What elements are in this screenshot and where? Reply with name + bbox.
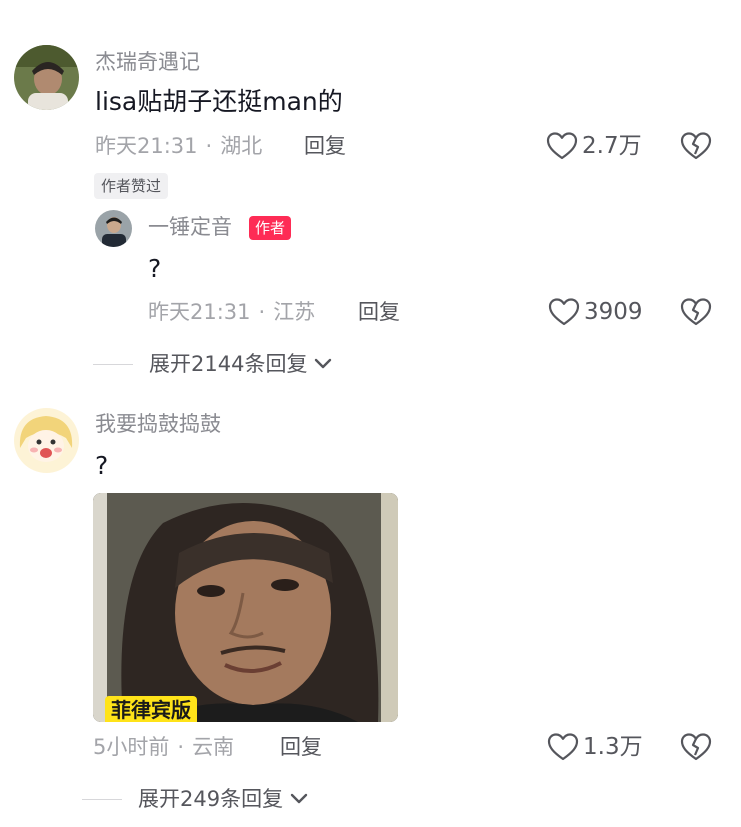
author-badge: 作者 [249,216,292,240]
divider-line [93,363,133,365]
commenter-avatar[interactable] [14,408,79,473]
comment-username[interactable]: 我要捣鼓捣鼓 [95,410,221,438]
separator-dot: · [258,300,266,324]
broken-heart-icon [680,132,712,160]
expand-replies-label: 展开249条回复 [138,787,284,811]
commenter-avatar[interactable] [14,45,79,110]
expand-replies-button[interactable]: 展开249条回复 [82,785,309,813]
like-button[interactable]: 3909 [548,297,643,327]
meme-photo [93,493,398,722]
reply-avatar[interactable] [95,210,132,247]
dislike-button[interactable] [680,131,712,165]
comment-time: 5小时前 [93,735,170,759]
comment-text: ? [95,451,109,480]
reply-button[interactable]: 回复 [358,298,400,326]
reply-button[interactable]: 回复 [280,733,322,761]
user-avatar-image [14,45,79,110]
heart-outline-icon [548,298,580,326]
comment-meta: 5小时前 · 云南 [93,733,234,761]
reply-button[interactable]: 回复 [304,132,346,160]
chevron-down-icon [315,358,332,369]
comment-location: 湖北 [220,134,263,158]
like-button[interactable]: 2.7万 [546,131,642,161]
separator-dot: · [177,735,185,759]
expand-replies-button[interactable]: 展开2144条回复 [93,350,333,378]
user-avatar-image [95,210,132,247]
comment-text: lisa贴胡子还挺man的 [95,87,343,116]
like-button[interactable]: 1.3万 [547,732,643,762]
like-count: 2.7万 [582,133,642,159]
comment-time: 昨天21:31 [95,134,198,158]
comment-location: 云南 [192,735,235,759]
expand-replies-label: 展开2144条回复 [149,352,308,376]
reply-meta: 昨天21:31 · 江苏 [148,298,315,326]
like-count: 1.3万 [583,734,643,760]
heart-outline-icon [546,132,578,160]
dislike-button[interactable] [680,297,712,331]
reply-location: 江苏 [273,300,316,324]
reply-text: ? [148,254,162,283]
separator-dot: · [205,134,213,158]
user-avatar-image [14,408,79,473]
chevron-down-icon [290,793,308,804]
dislike-button[interactable] [680,732,712,766]
heart-outline-icon [547,733,579,761]
comment-username[interactable]: 杰瑞奇遇记 [95,48,200,76]
broken-heart-icon [680,298,712,326]
broken-heart-icon [680,733,712,761]
divider-line [82,798,122,800]
like-count: 3909 [584,299,643,325]
image-caption: 菲律宾版 [105,696,197,722]
comment-meta: 昨天21:31 · 湖北 [95,132,262,160]
author-liked-badge: 作者赞过 [94,173,169,199]
comment-image[interactable]: 菲律宾版 [93,493,398,722]
reply-username[interactable]: 一锤定音 [148,213,232,241]
reply-time: 昨天21:31 [148,300,251,324]
